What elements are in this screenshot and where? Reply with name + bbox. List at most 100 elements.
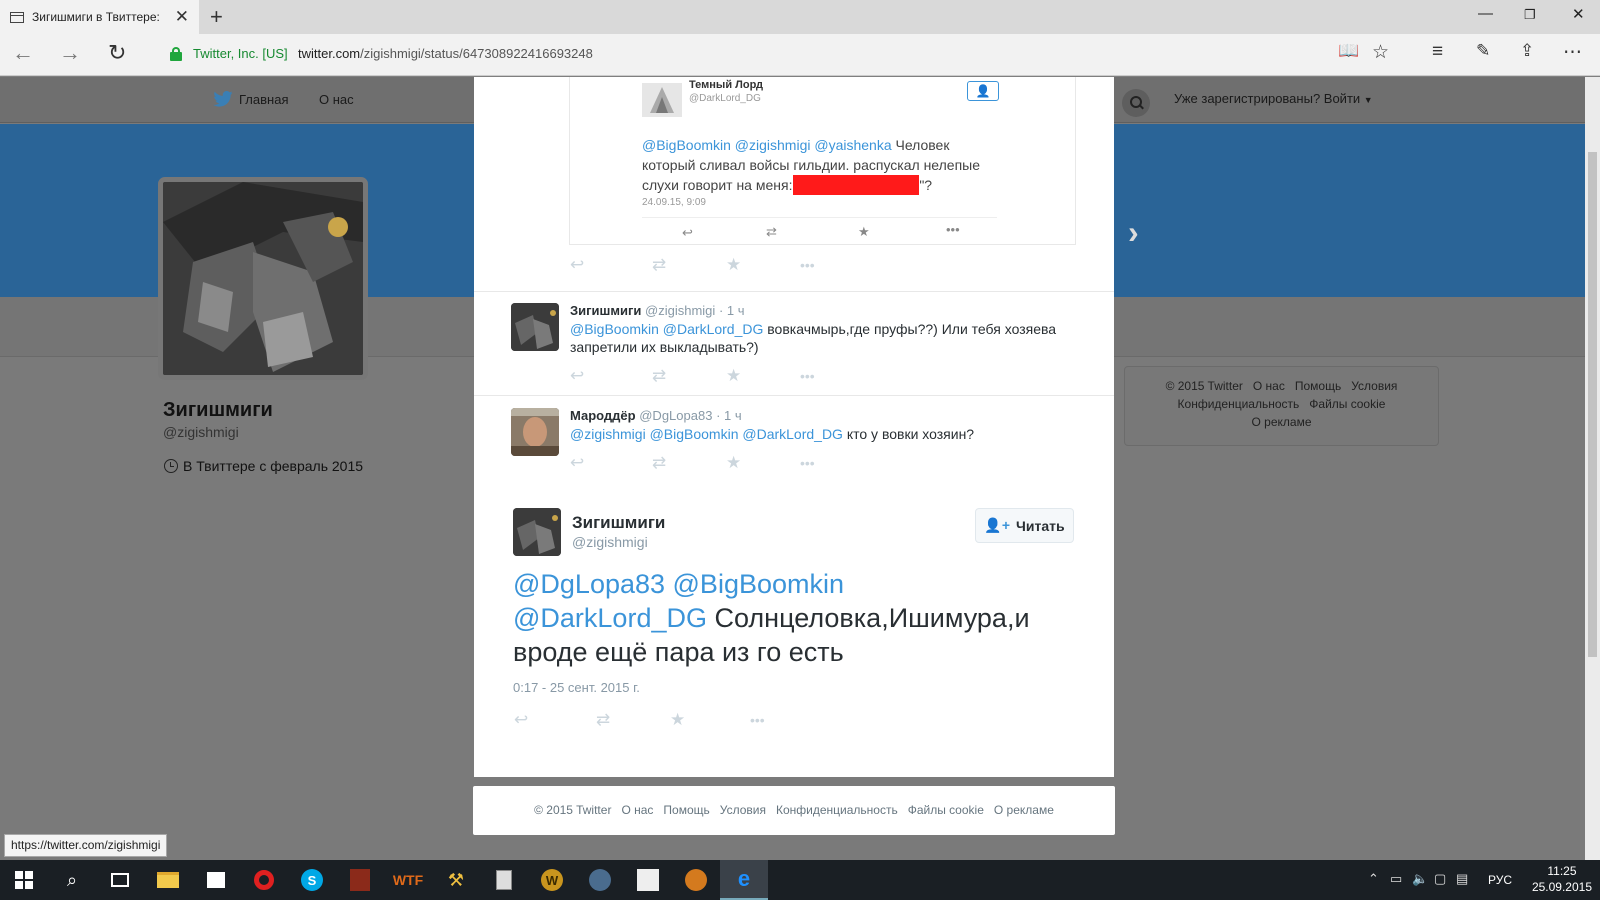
- store-icon[interactable]: [192, 860, 240, 900]
- reply-mentions[interactable]: @zigishmigi @BigBoomkin @DarkLord_DG: [570, 426, 843, 442]
- footer-help[interactable]: Помощь: [663, 803, 709, 817]
- wolf-app-icon[interactable]: [624, 860, 672, 900]
- search-icon[interactable]: [1122, 89, 1150, 117]
- main-tweet-timestamp[interactable]: 0:17 - 25 сент. 2015 г.: [513, 680, 640, 695]
- reply-icon[interactable]: ↩: [570, 366, 584, 386]
- network-icon[interactable]: ▢: [1434, 871, 1446, 887]
- reply-author[interactable]: Мароддёр @DgLopa83 · 1 ч: [570, 408, 742, 423]
- reply-avatar[interactable]: [511, 408, 559, 456]
- footer-about[interactable]: О нас: [621, 803, 653, 817]
- back-icon[interactable]: ←: [12, 40, 34, 66]
- refresh-icon[interactable]: ↻: [108, 40, 126, 66]
- footer-ads[interactable]: О рекламе: [994, 803, 1054, 817]
- start-button[interactable]: [0, 860, 48, 900]
- favorite-star-icon[interactable]: ☆: [1372, 41, 1389, 64]
- follow-button[interactable]: 👤+ Читать: [975, 508, 1074, 543]
- calculator-icon[interactable]: [480, 860, 528, 900]
- side-footer-copyright[interactable]: © 2015 Twitter: [1166, 379, 1243, 393]
- reply-tweet[interactable]: Зигишмиги @zigishmigi · 1 ч @BigBoomkin …: [474, 292, 1114, 396]
- language-indicator[interactable]: РУС: [1488, 873, 1512, 887]
- tray-chevron-icon[interactable]: ⌃: [1368, 871, 1379, 887]
- close-window-icon[interactable]: ✕: [1572, 5, 1585, 23]
- nav-home-link[interactable]: Главная: [213, 91, 288, 107]
- footer-terms[interactable]: Условия: [720, 803, 766, 817]
- favorite-icon[interactable]: ★: [670, 710, 685, 730]
- opera-icon[interactable]: [240, 860, 288, 900]
- favorite-icon[interactable]: ★: [726, 453, 741, 473]
- main-tweet-author-name[interactable]: Зигишмиги: [572, 513, 665, 533]
- forward-icon[interactable]: →: [59, 40, 81, 66]
- wrench-app-icon[interactable]: ⚒: [432, 860, 480, 900]
- skype-icon[interactable]: S: [288, 860, 336, 900]
- retweet-icon[interactable]: ⇄: [652, 255, 666, 275]
- reading-view-icon[interactable]: 📖: [1338, 41, 1359, 61]
- side-footer-ads[interactable]: О рекламе: [1252, 415, 1312, 429]
- profile-handle[interactable]: @zigishmigi: [163, 424, 239, 440]
- volume-icon[interactable]: 🔈: [1412, 871, 1428, 887]
- profile-avatar[interactable]: [158, 177, 368, 380]
- warcraft-icon[interactable]: W: [528, 860, 576, 900]
- more-actions-icon[interactable]: •••: [750, 712, 765, 728]
- page-scrollbar[interactable]: [1585, 77, 1600, 860]
- scrollbar-thumb[interactable]: [1588, 152, 1597, 657]
- chevron-right-icon[interactable]: ›: [1128, 214, 1139, 251]
- more-actions-icon[interactable]: •••: [800, 455, 815, 471]
- hub-icon[interactable]: ≡: [1432, 41, 1443, 63]
- nav-about-link[interactable]: О нас: [319, 92, 354, 107]
- url-field[interactable]: twitter.com/zigishmigi/status/6473089224…: [298, 46, 593, 61]
- favorite-icon[interactable]: ★: [726, 366, 741, 386]
- profile-name[interactable]: Зигишмиги: [163, 399, 273, 422]
- file-explorer-icon[interactable]: [144, 860, 192, 900]
- more-icon[interactable]: ⋯: [1563, 41, 1582, 64]
- reply-avatar[interactable]: [511, 303, 559, 351]
- login-link[interactable]: Уже зарегистрированы? Войти ▼: [1174, 91, 1373, 106]
- tab-close-icon[interactable]: ✕: [175, 7, 189, 27]
- reply-tweet[interactable]: Мароддёр @DgLopa83 · 1 ч @zigishmigi @Bi…: [474, 397, 1114, 483]
- notifications-icon[interactable]: ▤: [1456, 871, 1468, 887]
- more-actions-icon[interactable]: •••: [800, 368, 815, 384]
- share-icon[interactable]: ⇪: [1520, 41, 1534, 61]
- system-clock[interactable]: 11:25 25.09.2015: [1532, 863, 1592, 895]
- game-app-icon[interactable]: [336, 860, 384, 900]
- side-footer-terms[interactable]: Условия: [1351, 379, 1397, 393]
- main-tweet-avatar[interactable]: [513, 508, 561, 556]
- reply-mentions[interactable]: @BigBoomkin @DarkLord_DG: [570, 321, 763, 337]
- reply-author[interactable]: Зигишмиги @zigishmigi · 1 ч: [570, 303, 745, 318]
- main-tweet-mentions-line1[interactable]: @DgLopa83 @BigBoomkin: [513, 569, 844, 599]
- reply-icon[interactable]: ↩: [514, 710, 528, 730]
- main-tweet: Зигишмиги @zigishmigi 👤+ Читать @DgLopa83…: [474, 477, 1114, 777]
- footer-cookies[interactable]: Файлы cookie: [908, 803, 984, 817]
- side-footer-privacy[interactable]: Конфиденциальность: [1178, 397, 1300, 411]
- certificate-label[interactable]: Twitter, Inc. [US]: [193, 46, 288, 61]
- wtf-app-icon[interactable]: WTF: [384, 860, 432, 900]
- footer-copyright[interactable]: © 2015 Twitter: [534, 803, 611, 817]
- main-tweet-author-handle[interactable]: @zigishmigi: [572, 534, 648, 550]
- search-taskbar-icon[interactable]: ⌕: [48, 860, 96, 900]
- more-actions-icon[interactable]: •••: [800, 257, 815, 273]
- browser-tab[interactable]: Зигишмиги в Твиттере: ✕: [0, 0, 199, 34]
- new-tab-icon[interactable]: +: [210, 4, 223, 30]
- web-note-icon[interactable]: ✎: [1476, 41, 1490, 61]
- minimize-icon[interactable]: —: [1478, 5, 1493, 22]
- edge-icon[interactable]: e: [720, 860, 768, 900]
- main-tweet-mentions-line2[interactable]: @DarkLord_DG: [513, 603, 707, 633]
- retweet-icon[interactable]: ⇄: [652, 453, 666, 473]
- steam-icon[interactable]: [576, 860, 624, 900]
- battery-icon[interactable]: ▭: [1390, 871, 1402, 887]
- side-footer: © 2015 Twitter О нас Помощь Условия Конфиде…: [1124, 366, 1439, 446]
- reply-time[interactable]: · 1 ч: [719, 303, 745, 318]
- restore-icon[interactable]: ❐: [1524, 7, 1536, 23]
- footer-privacy[interactable]: Конфиденциальность: [776, 803, 898, 817]
- side-footer-help[interactable]: Помощь: [1295, 379, 1341, 393]
- reply-time[interactable]: · 1 ч: [716, 408, 742, 423]
- retweet-icon[interactable]: ⇄: [596, 710, 610, 730]
- hearthstone-icon[interactable]: [672, 860, 720, 900]
- favorite-icon[interactable]: ★: [726, 255, 741, 275]
- reply-icon[interactable]: ↩: [570, 255, 584, 275]
- reply-icon[interactable]: ↩: [570, 453, 584, 473]
- retweet-icon[interactable]: ⇄: [652, 366, 666, 386]
- attached-image[interactable]: Темный Лорд @DarkLord_DG 👤 @BigBoomkin @…: [569, 77, 1076, 245]
- side-footer-cookies[interactable]: Файлы cookie: [1309, 397, 1385, 411]
- side-footer-about[interactable]: О нас: [1253, 379, 1285, 393]
- task-view-icon[interactable]: [96, 860, 144, 900]
